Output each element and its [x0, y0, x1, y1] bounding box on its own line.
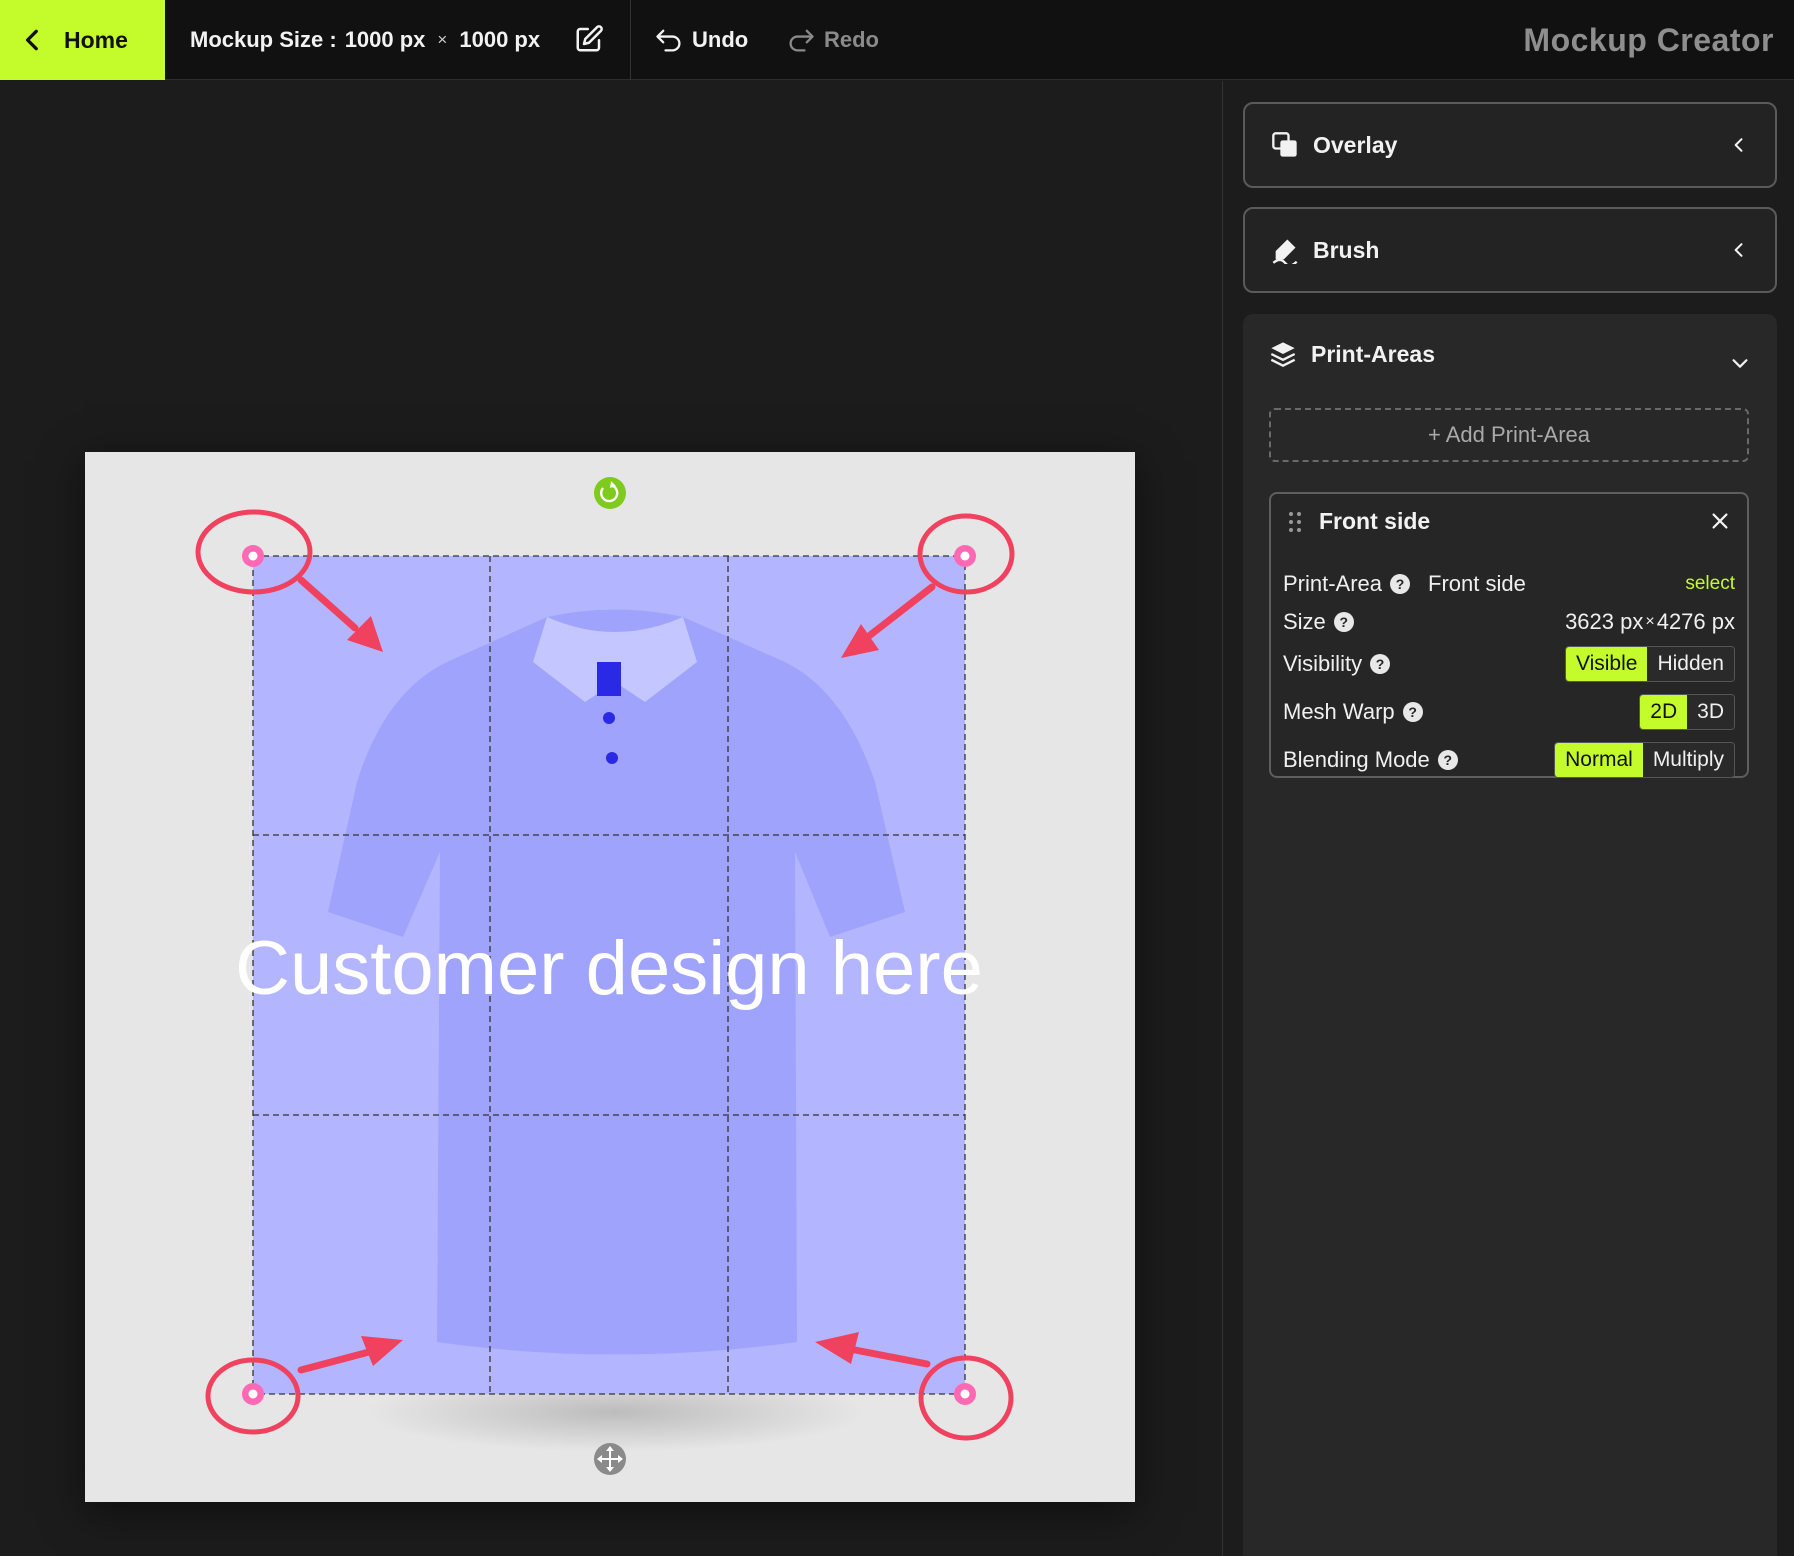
print-areas-title: Print-Areas: [1311, 340, 1435, 367]
blending-multiply-option[interactable]: Multiply: [1642, 743, 1734, 777]
home-label: Home: [64, 26, 128, 53]
blending-mode-row: Blending Mode? Normal Multiply: [1283, 740, 1735, 780]
redo-icon: [789, 29, 814, 52]
drag-handle-icon[interactable]: [1287, 510, 1303, 534]
print-area-row: Print-Area? Front side select: [1283, 564, 1735, 604]
help-icon[interactable]: ?: [1333, 612, 1354, 632]
chevron-down-icon[interactable]: [1729, 352, 1751, 374]
chevron-left-icon: [1734, 243, 1743, 257]
print-areas-panel: Print-Areas + Add Print-Area Front side …: [1243, 314, 1777, 1556]
mesh-warp-toggle: 2D 3D: [1639, 694, 1735, 730]
move-handle[interactable]: [594, 1443, 626, 1475]
mockup-size-label: Mockup Size :: [190, 27, 337, 52]
visibility-label: Visibility: [1283, 651, 1363, 676]
overlay-icon: [1272, 132, 1297, 157]
chevron-left-icon: [1734, 138, 1743, 152]
brush-title: Brush: [1313, 236, 1380, 263]
mesh-warp-row: Mesh Warp? 2D 3D: [1283, 692, 1735, 732]
toolbar-divider: [630, 0, 631, 80]
print-areas-header[interactable]: Print-Areas: [1269, 340, 1435, 368]
blending-mode-label: Blending Mode: [1283, 747, 1430, 772]
mesh-warp-label: Mesh Warp: [1283, 699, 1395, 724]
rotate-handle[interactable]: [594, 477, 626, 509]
top-bar: Home Mockup Size : 1000 px × 1000 px Und…: [0, 0, 1794, 80]
brush-icon: [1272, 239, 1298, 264]
mockup-height: 1000 px: [459, 27, 541, 52]
select-link[interactable]: select: [1685, 573, 1735, 595]
help-icon[interactable]: ?: [1390, 574, 1411, 594]
visibility-hidden-option[interactable]: Hidden: [1647, 647, 1734, 681]
add-print-area-button[interactable]: + Add Print-Area: [1269, 408, 1749, 462]
visibility-visible-option[interactable]: Visible: [1565, 647, 1648, 681]
mesh-warp-3d-option[interactable]: 3D: [1687, 695, 1734, 729]
print-area-card: Front side Print-Area? Front side select…: [1269, 492, 1749, 778]
blending-normal-option[interactable]: Normal: [1555, 743, 1643, 777]
print-area-label: Print-Area: [1283, 571, 1383, 596]
mockup-width: 1000 px: [344, 27, 426, 52]
visibility-row: Visibility? Visible Hidden: [1283, 644, 1735, 684]
size-label: Size: [1283, 609, 1326, 634]
undo-label: Undo: [692, 27, 749, 52]
undo-button[interactable]: Undo: [654, 0, 748, 80]
help-icon[interactable]: ?: [1370, 654, 1391, 674]
chevron-left-icon: [25, 29, 38, 51]
print-area-value: Front side: [1428, 571, 1526, 596]
mockup-size: Mockup Size : 1000 px × 1000 px: [190, 0, 540, 80]
times-sign: ×: [437, 30, 448, 49]
mesh-warp-2d-option[interactable]: 2D: [1640, 695, 1688, 729]
size-width: 3623 px: [1565, 609, 1644, 634]
help-icon[interactable]: ?: [1402, 702, 1423, 722]
undo-icon: [656, 29, 681, 52]
print-area-card-title: Front side: [1319, 508, 1431, 534]
home-button[interactable]: Home: [0, 0, 165, 80]
edit-icon[interactable]: [574, 24, 604, 54]
size-row: Size? 3623 px × 4276 px: [1283, 602, 1735, 642]
size-height: 4276 px: [1656, 609, 1735, 634]
sidebar-divider: [1222, 81, 1223, 1556]
overlay-title: Overlay: [1313, 131, 1398, 158]
artboard-canvas: Customer design here: [195, 477, 1015, 1475]
redo-button[interactable]: Redo: [786, 0, 879, 80]
help-icon[interactable]: ?: [1437, 750, 1458, 770]
close-icon[interactable]: [1709, 510, 1731, 532]
visibility-toggle: Visible Hidden: [1564, 646, 1735, 682]
blending-mode-toggle: Normal Multiply: [1554, 742, 1735, 778]
brush-panel[interactable]: Brush: [1243, 207, 1777, 293]
times-sign: ×: [1645, 613, 1655, 630]
app-title: Mockup Creator: [1523, 21, 1774, 58]
mockup-artboard[interactable]: Customer design here: [85, 452, 1135, 1502]
overlay-panel[interactable]: Overlay: [1243, 102, 1777, 188]
customer-design-text: Customer design here: [235, 926, 983, 1011]
layers-icon: [1270, 342, 1296, 367]
redo-label: Redo: [824, 27, 879, 52]
